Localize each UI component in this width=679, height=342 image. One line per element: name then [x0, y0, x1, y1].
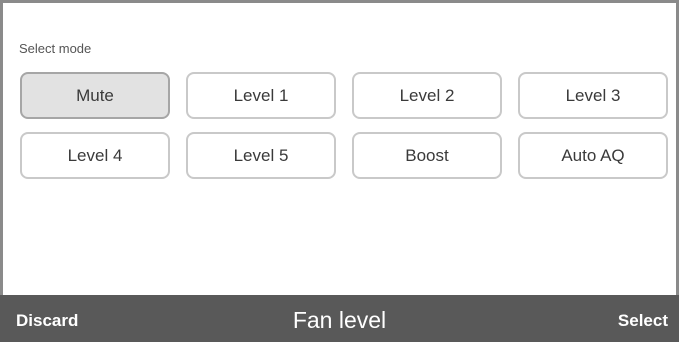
- mode-button-auto-aq[interactable]: Auto AQ: [518, 132, 668, 179]
- mode-button-level-1[interactable]: Level 1: [186, 72, 336, 119]
- mode-button-mute[interactable]: Mute: [20, 72, 170, 119]
- frame-top-border: [0, 0, 679, 3]
- mode-button-level-4[interactable]: Level 4: [20, 132, 170, 179]
- footer-bar: Discard Fan level Select: [0, 295, 679, 342]
- frame-left-border: [0, 0, 3, 295]
- mode-grid: Mute Level 1 Level 2 Level 3 Level 4 Lev…: [20, 72, 670, 179]
- mode-button-boost[interactable]: Boost: [352, 132, 502, 179]
- mode-button-level-5[interactable]: Level 5: [186, 132, 336, 179]
- fan-level-screen: Select mode Mute Level 1 Level 2 Level 3…: [0, 0, 679, 342]
- mode-button-level-3[interactable]: Level 3: [518, 72, 668, 119]
- select-button[interactable]: Select: [618, 311, 668, 331]
- mode-button-level-2[interactable]: Level 2: [352, 72, 502, 119]
- section-label: Select mode: [19, 41, 92, 56]
- screen-title: Fan level: [292, 307, 387, 333]
